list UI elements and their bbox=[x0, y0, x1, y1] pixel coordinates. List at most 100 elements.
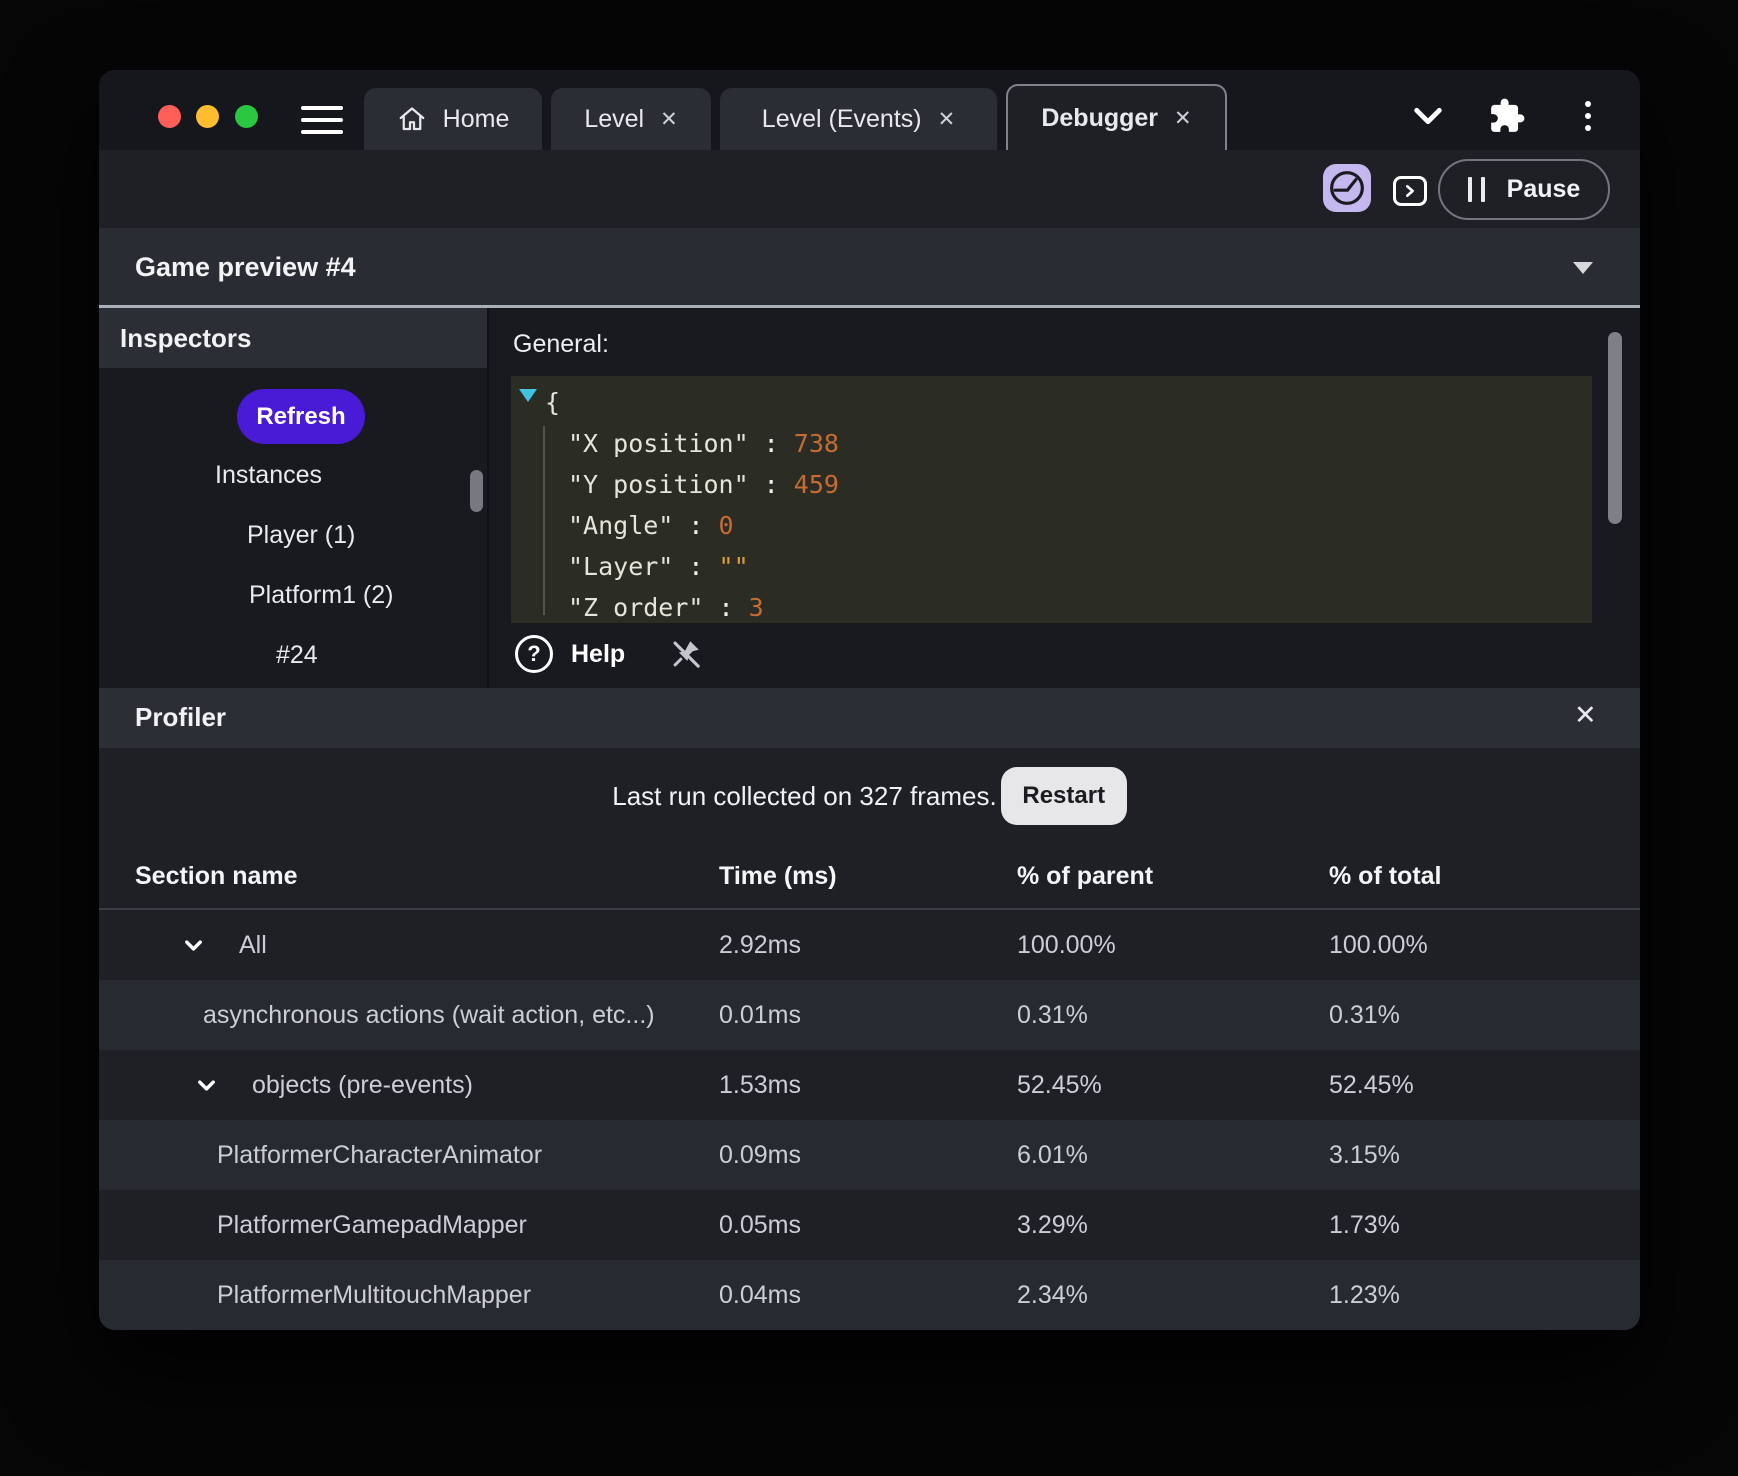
json-line: "X position" : 738 bbox=[568, 429, 839, 458]
time-ms: 0.05ms bbox=[719, 1210, 801, 1239]
time-ms: 0.01ms bbox=[719, 1000, 801, 1029]
json-inspector: { "X position" : 738 "Y position" : 459 … bbox=[511, 376, 1592, 623]
refresh-button[interactable]: Refresh bbox=[237, 389, 365, 444]
percent-total: 52.45% bbox=[1329, 1070, 1414, 1099]
percent-total: 3.15% bbox=[1329, 1140, 1400, 1169]
percent-parent: 100.00% bbox=[1017, 930, 1116, 959]
debugger-window: Home Level ✕ Level (Events) ✕ Debugger ✕ bbox=[99, 70, 1640, 1330]
column-header-section: Section name bbox=[135, 861, 298, 890]
table-row: All 2.92ms 100.00% 100.00% bbox=[99, 910, 1640, 980]
close-icon[interactable]: ✕ bbox=[1574, 700, 1597, 731]
section-name: objects (pre-events) bbox=[252, 1070, 473, 1099]
desktop-background: Home Level ✕ Level (Events) ✕ Debugger ✕ bbox=[0, 0, 1738, 1476]
percent-total: 1.73% bbox=[1329, 1210, 1400, 1239]
table-row: asynchronous actions (wait action, etc..… bbox=[99, 980, 1640, 1050]
json-line: "Angle" : 0 bbox=[568, 511, 734, 540]
section-name: PlatformerGamepadMapper bbox=[217, 1210, 527, 1239]
table-row: PlatformerMultitouchMapper 0.04ms 2.34% … bbox=[99, 1260, 1640, 1330]
help-row: ? Help bbox=[515, 632, 703, 676]
game-preview-header: Game preview #4 bbox=[99, 228, 1640, 305]
general-title: General: bbox=[513, 330, 609, 358]
percent-parent: 2.34% bbox=[1017, 1280, 1088, 1309]
json-open-brace: { bbox=[545, 388, 561, 417]
json-line: "Z order" : 3 bbox=[568, 593, 764, 622]
percent-parent: 3.29% bbox=[1017, 1210, 1088, 1239]
tab-label: Level bbox=[584, 104, 645, 133]
section-name: All bbox=[239, 930, 267, 959]
percent-parent: 6.01% bbox=[1017, 1140, 1088, 1169]
tree-guide-line bbox=[543, 426, 545, 615]
tab-bar: Home Level ✕ Level (Events) ✕ Debugger ✕ bbox=[99, 70, 1640, 150]
time-ms: 0.04ms bbox=[719, 1280, 801, 1309]
kebab-menu-icon[interactable] bbox=[1575, 96, 1601, 136]
json-line: "Layer" : "" bbox=[568, 552, 749, 581]
percent-total: 100.00% bbox=[1329, 930, 1428, 959]
pause-button-label: Pause bbox=[1506, 175, 1581, 203]
help-icon[interactable]: ? bbox=[515, 635, 553, 673]
tab-home[interactable]: Home bbox=[364, 88, 542, 150]
tab-label: Home bbox=[442, 104, 510, 133]
tree-item-player[interactable]: Player (1) bbox=[247, 521, 355, 550]
maximize-window-button[interactable] bbox=[235, 105, 258, 128]
chevron-down-icon[interactable] bbox=[193, 1072, 220, 1099]
close-window-button[interactable] bbox=[158, 105, 181, 128]
tab-label: Debugger bbox=[1041, 103, 1159, 132]
table-row: PlatformerGamepadMapper 0.05ms 3.29% 1.7… bbox=[99, 1190, 1640, 1260]
restart-button[interactable]: Restart bbox=[1000, 767, 1127, 825]
collapse-triangle-icon[interactable] bbox=[519, 389, 537, 402]
percent-total: 0.31% bbox=[1329, 1000, 1400, 1029]
profiler-status-row: Last run collected on 327 frames. Restar… bbox=[99, 767, 1640, 825]
section-name: PlatformerCharacterAnimator bbox=[217, 1140, 543, 1169]
profiler-body: Last run collected on 327 frames. Restar… bbox=[99, 748, 1640, 1330]
profiler-table: Section name Time (ms) % of parent % of … bbox=[99, 844, 1640, 1330]
inspectors-panel: Inspectors Refresh Instances Player (1) … bbox=[99, 308, 487, 752]
section-name: PlatformerMultitouchMapper bbox=[217, 1280, 532, 1309]
dropdown-caret-icon[interactable] bbox=[1573, 262, 1593, 274]
console-button[interactable] bbox=[1393, 176, 1427, 206]
tab-label: Level (Events) bbox=[761, 104, 922, 133]
close-tab-icon[interactable]: ✕ bbox=[938, 107, 956, 132]
percent-total: 1.23% bbox=[1329, 1280, 1400, 1309]
extensions-puzzle-icon[interactable] bbox=[1487, 96, 1527, 136]
hamburger-menu-icon[interactable] bbox=[301, 106, 343, 134]
section-name: asynchronous actions (wait action, etc..… bbox=[203, 1000, 655, 1029]
chevron-down-icon[interactable] bbox=[1409, 100, 1447, 132]
tab-level[interactable]: Level ✕ bbox=[551, 88, 711, 150]
chevron-right-icon bbox=[1402, 183, 1418, 199]
column-header-time: Time (ms) bbox=[719, 861, 837, 890]
tab-debugger-active[interactable]: Debugger ✕ bbox=[1006, 84, 1227, 150]
scrollbar-thumb[interactable] bbox=[470, 470, 483, 512]
table-row: PlatformerCharacterAnimator 0.09ms 6.01%… bbox=[99, 1120, 1640, 1190]
pause-button[interactable]: Pause bbox=[1438, 159, 1610, 220]
inspectors-title: Inspectors bbox=[120, 322, 252, 353]
help-link[interactable]: Help bbox=[571, 640, 625, 669]
chevron-down-icon[interactable] bbox=[180, 932, 207, 959]
minimize-window-button[interactable] bbox=[196, 105, 219, 128]
tab-strip: Home Level ✕ Level (Events) ✕ Debugger ✕ bbox=[364, 84, 1227, 150]
pause-icon bbox=[1467, 177, 1485, 202]
table-header-row: Section name Time (ms) % of parent % of … bbox=[99, 844, 1640, 908]
profiler-toggle-button[interactable] bbox=[1323, 164, 1371, 212]
profiler-title: Profiler bbox=[135, 702, 227, 732]
tab-level-events[interactable]: Level (Events) ✕ bbox=[720, 88, 997, 150]
profiler-status-text: Last run collected on 327 frames. bbox=[612, 780, 997, 811]
time-ms: 0.09ms bbox=[719, 1140, 801, 1169]
column-header-total: % of total bbox=[1329, 861, 1442, 890]
time-ms: 1.53ms bbox=[719, 1070, 801, 1099]
tree-item-instances[interactable]: Instances bbox=[215, 461, 322, 490]
tree-item-platform1[interactable]: Platform1 (2) bbox=[249, 581, 393, 610]
game-preview-title: Game preview #4 bbox=[135, 252, 356, 282]
inspector-split-area: Inspectors Refresh Instances Player (1) … bbox=[99, 308, 1640, 752]
close-tab-icon[interactable]: ✕ bbox=[1174, 106, 1192, 131]
time-ms: 2.92ms bbox=[719, 930, 801, 959]
profiler-header: Profiler ✕ bbox=[99, 688, 1640, 748]
percent-parent: 52.45% bbox=[1017, 1070, 1102, 1099]
debugger-toolbar: Pause bbox=[99, 150, 1640, 228]
scrollbar-thumb[interactable] bbox=[1608, 332, 1622, 524]
general-panel: General: { "X position" : 738 "Y positio… bbox=[489, 308, 1640, 752]
percent-parent: 0.31% bbox=[1017, 1000, 1088, 1029]
column-header-parent: % of parent bbox=[1017, 861, 1154, 890]
close-tab-icon[interactable]: ✕ bbox=[660, 107, 678, 132]
unpin-icon[interactable] bbox=[669, 637, 703, 671]
tree-item-instance-24[interactable]: #24 bbox=[276, 641, 318, 670]
